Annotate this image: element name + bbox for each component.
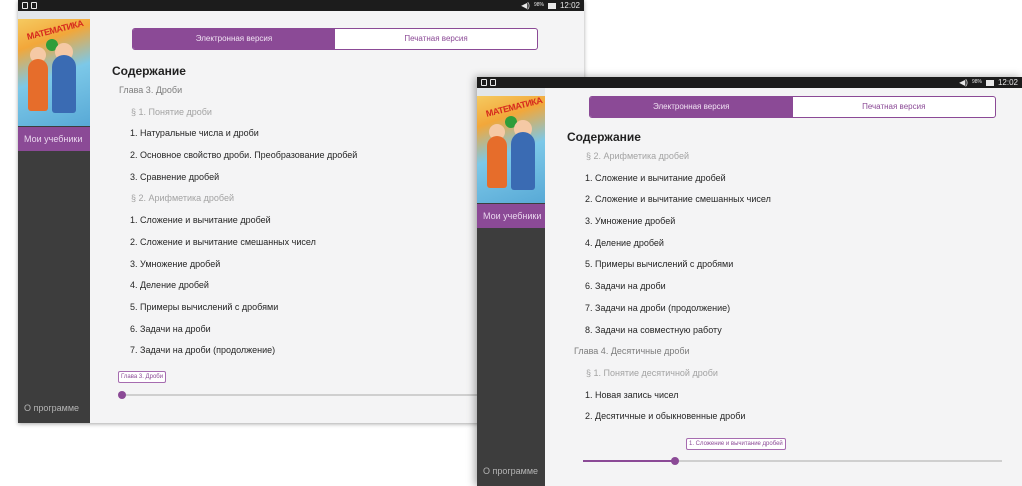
toc-item[interactable]: 4. Деление дробей: [545, 233, 1022, 255]
scroll-position-label: 1. Сложение и вычитание дробей: [686, 438, 786, 450]
toc-row-label: § 1. Понятие десятичной дроби: [586, 367, 718, 378]
status-bar: ◀) 98% 12:02: [477, 77, 1022, 88]
sidebar: МАТЕМАТИКА Мои учебники О программе: [477, 88, 545, 486]
toc-item[interactable]: 8. Задачи на совместную работу: [545, 320, 1022, 342]
battery-icon: [985, 79, 994, 86]
toc-section[interactable]: § 1. Понятие десятичной дроби: [545, 363, 1022, 385]
tab-print-version[interactable]: Печатная версия: [335, 29, 537, 49]
toc-item[interactable]: 2. Десятичные и обыкновенные дроби: [545, 406, 1022, 428]
toc-row-label: 2. Десятичные и обыкновенные дроби: [585, 411, 746, 422]
notification-icon: [490, 79, 496, 86]
toc-row-label: Глава 4. Десятичные дроби: [574, 346, 690, 357]
page-title: Содержание: [567, 130, 641, 144]
clock: 12:02: [997, 78, 1018, 87]
toc-list: § 2. Арифметика дробей 1. Сложение и вычи…: [545, 146, 1022, 428]
toc-row-label: 3. Умножение дробей: [585, 216, 676, 227]
page-title: Содержание: [112, 64, 186, 78]
book-cover[interactable]: МАТЕМАТИКА: [18, 11, 90, 126]
scroll-slider[interactable]: [583, 457, 1002, 465]
toc-row-label: § 2. Арифметика дробей: [586, 151, 689, 161]
app-screenshot-front: ◀) 98% 12:02 МАТЕМАТИКА Мои учебники О п…: [477, 77, 1022, 486]
scroll-slider-thumb[interactable]: [671, 457, 680, 465]
toc-item[interactable]: 3. Умножение дробей: [545, 211, 1022, 233]
clock: 12:02: [559, 1, 580, 10]
toc-item[interactable]: 6. Задачи на дроби: [545, 276, 1022, 298]
toc-section[interactable]: § 2. Арифметика дробей: [545, 146, 1022, 168]
book-cover[interactable]: МАТЕМАТИКА: [477, 88, 545, 203]
cover-character-body: [487, 136, 507, 188]
sidebar: МАТЕМАТИКА Мои учебники О программе: [18, 11, 90, 423]
toc-row-label: 5. Примеры вычислений с дробями: [585, 259, 734, 270]
toc-row-label: 4. Деление дробей: [585, 237, 664, 248]
cover-character-body: [52, 55, 76, 113]
notification-icon: [31, 2, 37, 9]
toc-item[interactable]: 1. Сложение и вычитание дробей: [545, 168, 1022, 190]
status-bar: ◀) 98% 12:02: [18, 0, 584, 11]
toc-item[interactable]: 2. Сложение и вычитание смешанных чисел: [545, 189, 1022, 211]
sidebar-item-my-books[interactable]: Мои учебники: [477, 204, 545, 228]
cover-band: [477, 88, 545, 96]
scroll-slider-fill: [583, 460, 676, 462]
cover-character-body: [511, 132, 535, 190]
sidebar-item-about[interactable]: О программе: [24, 403, 79, 413]
tab-print-version[interactable]: Печатная версия: [793, 97, 996, 117]
toc-chapter[interactable]: Глава 4. Десятичные дроби: [545, 341, 1022, 363]
sidebar-item-about[interactable]: О программе: [483, 466, 538, 476]
main-content: Электронная версия Печатная версия Содер…: [545, 88, 1022, 486]
mute-icon: ◀): [521, 1, 530, 10]
scroll-slider[interactable]: [118, 391, 494, 399]
version-toggle: Электронная версия Печатная версия: [132, 28, 538, 50]
scroll-slider-thumb[interactable]: [118, 391, 126, 399]
battery-icon: [547, 2, 556, 9]
mute-icon: ◀): [959, 78, 968, 87]
sidebar-item-my-books[interactable]: Мои учебники: [18, 127, 90, 151]
toc-row-label: 2. Сложение и вычитание смешанных чисел: [585, 194, 771, 205]
toc-row-label: 8. Задачи на совместную работу: [585, 324, 722, 335]
version-toggle: Электронная версия Печатная версия: [589, 96, 996, 118]
screenshot-icon: [481, 79, 487, 86]
screenshot-icon: [22, 2, 28, 9]
toc-row-label: 1. Сложение и вычитание дробей: [585, 172, 726, 183]
toc-row-label: 1. Новая запись чисел: [585, 389, 679, 400]
tab-electronic-version[interactable]: Электронная версия: [590, 97, 793, 117]
toc-row-label: 6. Задачи на дроби: [585, 281, 666, 292]
scroll-position-label: Глава 3. Дроби: [118, 371, 167, 383]
cover-title: МАТЕМАТИКА: [25, 18, 85, 42]
battery-percent: 98%: [533, 2, 544, 8]
toc-item[interactable]: 1. Новая запись чисел: [545, 385, 1022, 407]
battery-percent: 98%: [971, 79, 982, 85]
cover-character-body: [28, 59, 48, 111]
toc-item[interactable]: 7. Задачи на дроби (продолжение): [545, 298, 1022, 320]
tab-electronic-version[interactable]: Электронная версия: [133, 29, 335, 49]
toc-item[interactable]: 5. Примеры вычислений с дробями: [545, 254, 1022, 276]
toc-row-label: 7. Задачи на дроби (продолжение): [585, 302, 731, 313]
cover-title: МАТЕМАТИКА: [484, 95, 544, 119]
